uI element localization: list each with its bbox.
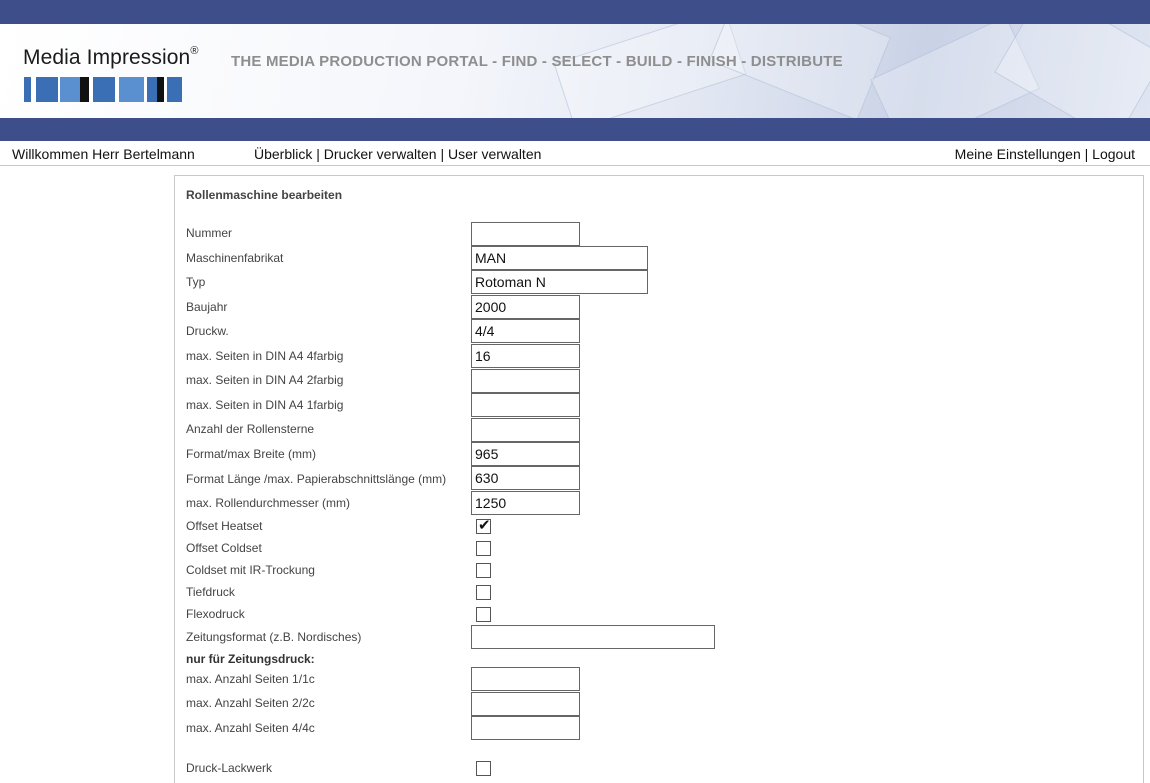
section-heading-zeitungsdruck: nur für Zeitungsdruck: xyxy=(186,652,315,666)
nav-link-overview[interactable]: Überblick xyxy=(254,146,312,162)
navigation-bar: Willkommen Herr Bertelmann Überblick | D… xyxy=(0,141,1150,166)
seiten-4farbig-input[interactable] xyxy=(471,344,580,368)
label-coldset-ir: Coldset mit IR-Trockung xyxy=(186,563,315,577)
label-format-breite: Format/max Breite (mm) xyxy=(186,447,317,461)
tiefdruck-checkbox[interactable] xyxy=(476,585,491,600)
checkmark-icon: ✔ xyxy=(478,517,491,534)
logo-text: Media Impression xyxy=(23,46,191,69)
offset-coldset-checkbox[interactable] xyxy=(476,541,491,556)
nummer-input[interactable] xyxy=(471,222,580,246)
label-offset-coldset: Offset Coldset xyxy=(186,541,262,555)
baujahr-input[interactable] xyxy=(471,295,580,319)
label-seiten-2farbig: max. Seiten in DIN A4 2farbig xyxy=(186,373,344,387)
logo: Media Impression® xyxy=(23,45,199,70)
header-banner xyxy=(0,24,1150,118)
coldset-ir-checkbox[interactable] xyxy=(476,563,491,578)
label-maschinenfabrikat: Maschinenfabrikat xyxy=(186,251,284,265)
welcome-text: Willkommen Herr Bertelmann xyxy=(12,146,195,162)
header-top-stripe xyxy=(0,0,1150,24)
label-rollendurchmesser: max. Rollendurchmesser (mm) xyxy=(186,496,351,510)
label-nummer: Nummer xyxy=(186,226,233,240)
flexodruck-checkbox[interactable] xyxy=(476,607,491,622)
banner-decoration xyxy=(994,24,1150,118)
nav-separator: | xyxy=(1080,146,1093,162)
label-rollensterne: Anzahl der Rollensterne xyxy=(186,422,315,436)
label-zeitungsformat: Zeitungsformat (z.B. Nordisches) xyxy=(186,630,362,644)
header-bottom-stripe xyxy=(0,118,1150,141)
logo-blocks-icon xyxy=(24,77,182,102)
label-baujahr: Baujahr xyxy=(186,300,228,314)
header-tagline: THE MEDIA PRODUCTION PORTAL - FIND - SEL… xyxy=(231,53,843,70)
form-title: Rollenmaschine bearbeiten xyxy=(186,188,343,202)
offset-heatset-checkbox[interactable]: ✔ xyxy=(476,517,491,534)
zeitungsformat-input[interactable] xyxy=(471,625,715,649)
format-laenge-input[interactable] xyxy=(471,466,580,490)
logo-registered-mark: ® xyxy=(190,45,199,57)
main-navigation: Überblick | Drucker verwalten | User ver… xyxy=(254,146,541,162)
seiten-2farbig-input[interactable] xyxy=(471,369,580,393)
label-offset-heatset: Offset Heatset xyxy=(186,519,263,533)
rollendurchmesser-input[interactable] xyxy=(471,491,580,515)
label-format-laenge: Format Länge /max. Papierabschnittslänge… xyxy=(186,472,447,486)
banner-decoration xyxy=(708,24,892,118)
typ-input[interactable] xyxy=(471,270,648,294)
label-anzahl-4c: max. Anzahl Seiten 4/4c xyxy=(186,721,315,735)
nav-link-logout[interactable]: Logout xyxy=(1092,146,1135,162)
label-flexodruck: Flexodruck xyxy=(186,607,245,621)
druckwerke-input[interactable] xyxy=(471,319,580,343)
nav-separator: | xyxy=(312,146,324,162)
label-druckwerke: Druckw. xyxy=(186,324,229,338)
nav-separator: | xyxy=(436,146,449,162)
label-typ: Typ xyxy=(186,275,206,289)
maschinenfabrikat-input[interactable] xyxy=(471,246,648,270)
anzahl-2c-input[interactable] xyxy=(471,692,580,716)
label-druck-lackwerk: Druck-Lackwerk xyxy=(186,761,273,775)
seiten-1farbig-input[interactable] xyxy=(471,393,580,417)
label-tiefdruck: Tiefdruck xyxy=(186,585,235,599)
account-navigation: Meine Einstellungen | Logout xyxy=(955,146,1135,162)
label-seiten-4farbig: max. Seiten in DIN A4 4farbig xyxy=(186,349,344,363)
label-anzahl-2c: max. Anzahl Seiten 2/2c xyxy=(186,696,315,710)
nav-link-users[interactable]: User verwalten xyxy=(448,146,541,162)
label-anzahl-1c: max. Anzahl Seiten 1/1c xyxy=(186,672,315,686)
nav-link-printers[interactable]: Drucker verwalten xyxy=(324,146,437,162)
anzahl-4c-input[interactable] xyxy=(471,716,580,740)
druck-lackwerk-checkbox[interactable] xyxy=(476,761,491,776)
format-breite-input[interactable] xyxy=(471,442,580,466)
nav-link-settings[interactable]: Meine Einstellungen xyxy=(955,146,1081,162)
anzahl-1c-input[interactable] xyxy=(471,667,580,691)
rollensterne-input[interactable] xyxy=(471,418,580,442)
label-seiten-1farbig: max. Seiten in DIN A4 1farbig xyxy=(186,398,344,412)
